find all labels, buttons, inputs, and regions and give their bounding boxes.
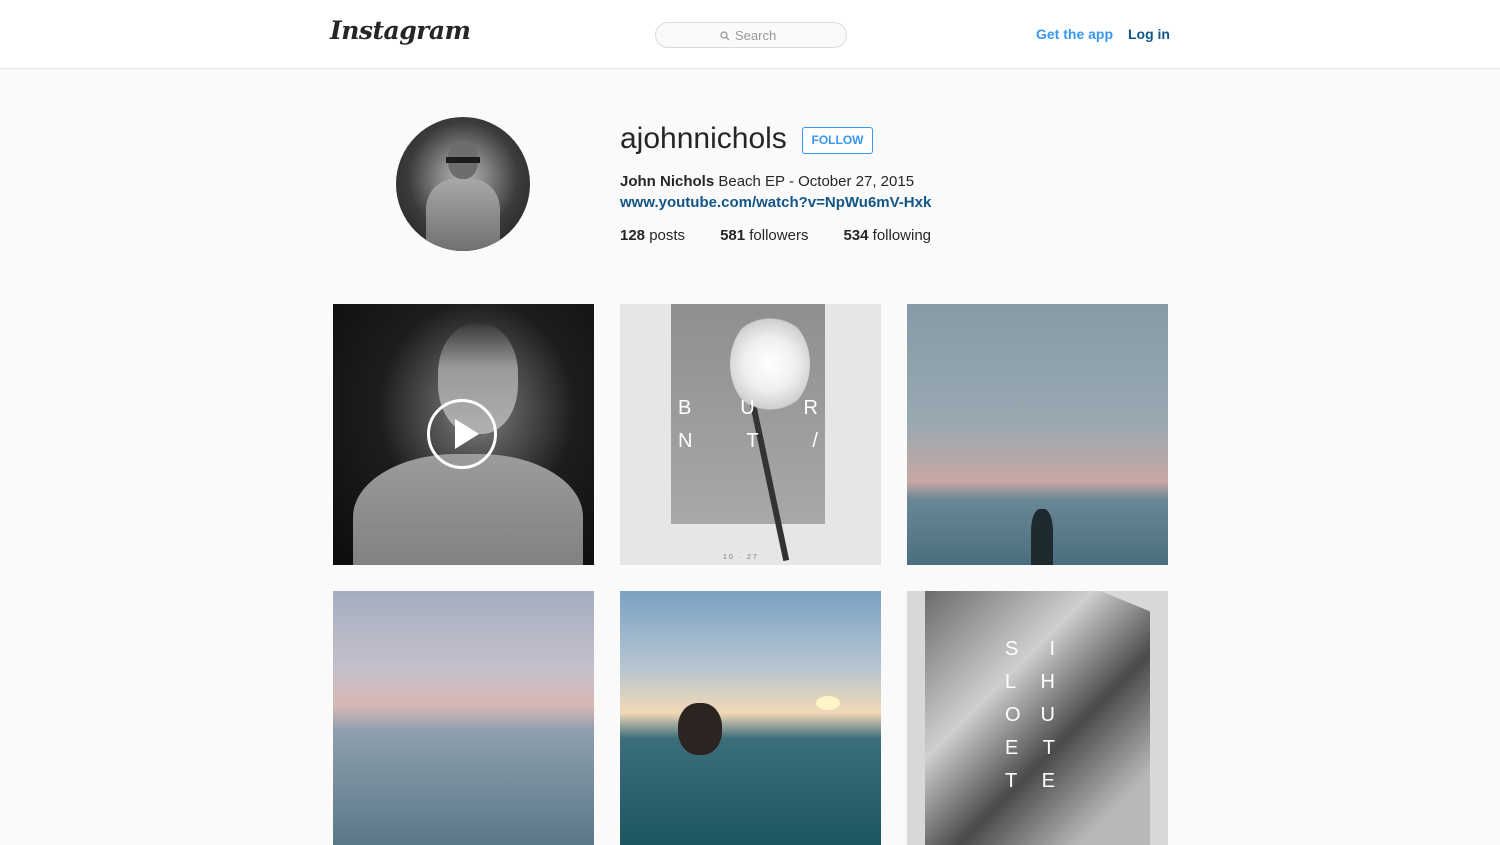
artwork-letter: U: [740, 397, 755, 419]
post-artwork-letters: B U R N T /: [678, 392, 818, 458]
profile-bio-text: Beach EP - October 27, 2015: [714, 173, 915, 190]
artwork-letter: I: [1049, 638, 1055, 660]
stat-posts-count: 128: [620, 227, 646, 244]
post-photo-sun: [816, 696, 840, 710]
follow-button[interactable]: FOLLOW: [802, 127, 873, 154]
artwork-letter: T: [746, 430, 759, 452]
artwork-letter: E: [1041, 770, 1055, 792]
post-thumbnail[interactable]: [333, 591, 594, 845]
profile-bio-link[interactable]: www.youtube.com/watch?v=NpWu6mV-Hxk: [620, 194, 931, 211]
post-thumbnail-video[interactable]: [333, 304, 594, 565]
search-input[interactable]: Search: [655, 22, 847, 48]
play-triangle: [455, 419, 479, 449]
profile-stats: 128 posts 581 followers 534 following: [620, 227, 966, 244]
stat-following-label: following: [868, 227, 932, 244]
post-artwork-letters: SI LH OU ET TE: [1005, 633, 1055, 798]
artwork-letter: O: [1005, 704, 1021, 726]
artwork-letter: S: [1005, 638, 1019, 660]
artwork-letter: T: [1042, 737, 1055, 759]
avatar-torso: [426, 179, 500, 251]
stat-followers-label: followers: [745, 227, 809, 244]
artwork-letter: /: [812, 430, 818, 452]
artwork-letter: T: [1005, 770, 1018, 792]
letter-row: B U R: [678, 392, 818, 425]
profile-full-name: John Nichols: [620, 173, 715, 190]
search-placeholder-group: Search: [720, 28, 776, 43]
letter-row: ET: [1005, 732, 1055, 765]
stat-following-count: 534: [843, 227, 869, 244]
profile-username: ajohnnichols: [620, 122, 787, 155]
post-photo-body: [353, 454, 583, 565]
artwork-letter: N: [678, 430, 693, 452]
play-icon: [427, 399, 497, 469]
post-thumbnail[interactable]: [907, 304, 1168, 565]
letter-row: OU: [1005, 699, 1055, 732]
artwork-letter: R: [803, 397, 818, 419]
stat-posts-label: posts: [645, 227, 686, 244]
post-thumbnail[interactable]: [620, 591, 881, 845]
artwork-letter: L: [1005, 671, 1017, 693]
profile-avatar: [396, 117, 530, 251]
post-photo-swimmer: [678, 703, 722, 755]
search-icon: [720, 30, 730, 40]
post-thumbnail[interactable]: SI LH OU ET TE: [907, 591, 1168, 845]
instagram-logo[interactable]: Instagram: [330, 16, 471, 45]
avatar-blindfold: [446, 157, 480, 163]
stat-posts: 128 posts: [620, 227, 685, 244]
stat-followers-count: 581: [720, 227, 746, 244]
post-photo-figure: [1031, 509, 1053, 565]
artwork-letter: H: [1040, 671, 1055, 693]
artwork-letter: B: [678, 397, 692, 419]
letter-row: LH: [1005, 666, 1055, 699]
stat-following[interactable]: 534 following: [843, 227, 931, 244]
artwork-letter: U: [1040, 704, 1055, 726]
post-thumbnail[interactable]: B U R N T / 10 · 27: [620, 304, 881, 565]
top-navigation-bar: Instagram Search Get the app Log in: [0, 0, 1500, 69]
letter-row: N T /: [678, 425, 818, 458]
letter-row: SI: [1005, 633, 1055, 666]
profile-bio: John Nichols Beach EP - October 27, 2015…: [620, 171, 1100, 213]
log-in-link[interactable]: Log in: [1128, 26, 1170, 42]
letter-row: TE: [1005, 765, 1055, 798]
artwork-letter: E: [1005, 737, 1019, 759]
search-placeholder: Search: [735, 28, 777, 43]
get-the-app-link[interactable]: Get the app: [1036, 26, 1113, 42]
post-artwork-caption: 10 · 27: [723, 554, 759, 561]
stat-followers[interactable]: 581 followers: [720, 227, 808, 244]
